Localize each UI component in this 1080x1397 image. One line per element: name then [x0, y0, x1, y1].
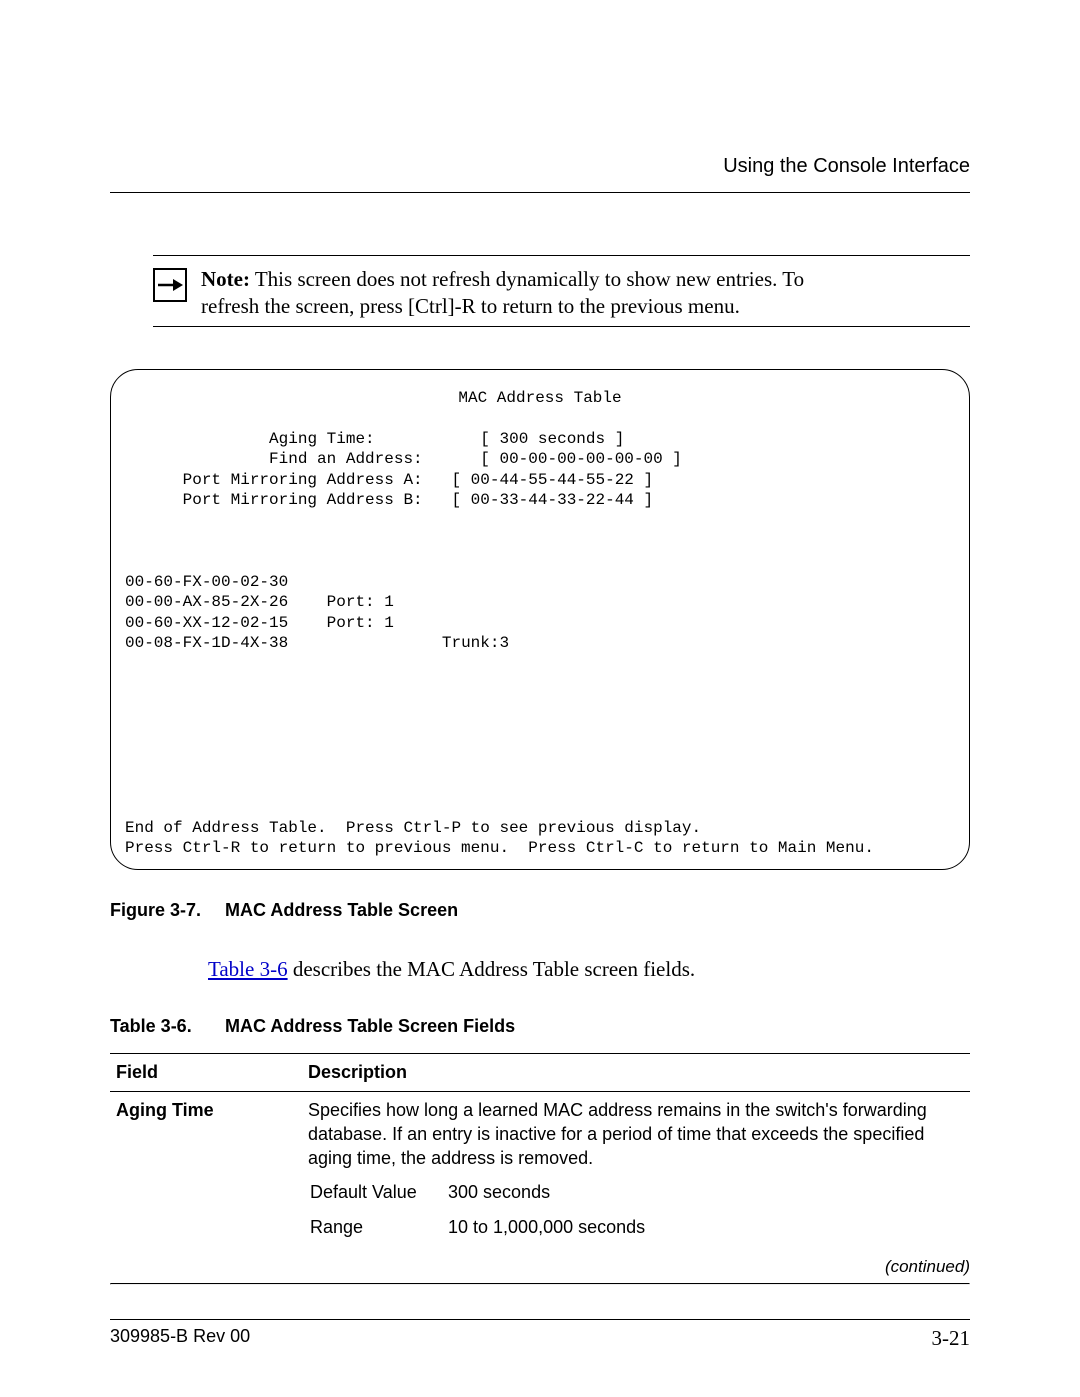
fields-table: Field Description Aging Time Specifies h…: [110, 1053, 970, 1251]
table-number: Table 3-6.: [110, 1016, 220, 1037]
th-field: Field: [110, 1053, 302, 1091]
screen-line: Port Mirroring Address B: [ 00-33-44-33-…: [125, 491, 653, 509]
row-desc-text: Specifies how long a learned MAC address…: [308, 1098, 964, 1171]
th-desc: Description: [302, 1053, 970, 1091]
default-value: 300 seconds: [448, 1176, 651, 1208]
screen-line: Port Mirroring Address A: [ 00-44-55-44-…: [125, 471, 653, 489]
range-label: Range: [310, 1211, 446, 1243]
table-row: Aging Time Specifies how long a learned …: [110, 1091, 970, 1251]
doc-id: 309985-B Rev 00: [110, 1326, 250, 1351]
list-item: 00-60-FX-00-02-30: [125, 573, 327, 591]
list-item: 00-00-AX-85-2X-26 Port: 1: [125, 593, 394, 611]
note-line1: This screen does not refresh dynamically…: [250, 267, 804, 291]
sub-table: Default Value 300 seconds Range 10 to 1,…: [308, 1174, 653, 1245]
page-number: 3-21: [932, 1326, 971, 1351]
section-title: Using the Console Interface: [723, 155, 970, 177]
running-header: Using the Console Interface: [110, 155, 970, 178]
list-item: 00-08-FX-1D-4X-38 Trunk:3: [125, 634, 509, 652]
arrow-icon: [153, 268, 187, 302]
table-bottom-rule: [110, 1283, 970, 1285]
note-rule-top: [153, 255, 970, 256]
table-caption: Table 3-6. MAC Address Table Screen Fiel…: [110, 1016, 970, 1037]
body-paragraph: Table 3-6 describes the MAC Address Tabl…: [208, 957, 970, 982]
figure-caption: Figure 3-7. MAC Address Table Screen: [110, 900, 970, 921]
note-rule-bottom: [153, 326, 970, 327]
figure: MAC Address Table Aging Time: [ 300 seco…: [110, 369, 970, 921]
terminal-screen: MAC Address Table Aging Time: [ 300 seco…: [110, 369, 970, 870]
table-ref-link[interactable]: Table 3-6: [208, 957, 288, 981]
body-tail: describes the MAC Address Table screen f…: [288, 957, 696, 981]
figure-number: Figure 3-7.: [110, 900, 220, 921]
range-value: 10 to 1,000,000 seconds: [448, 1211, 651, 1243]
screen-line: Aging Time: [ 300 seconds ]: [125, 430, 624, 448]
screen-title: MAC Address Table: [125, 388, 955, 408]
default-label: Default Value: [310, 1176, 446, 1208]
note-text: Note: This screen does not refresh dynam…: [201, 266, 804, 320]
table-title: MAC Address Table Screen Fields: [225, 1016, 515, 1036]
figure-title: MAC Address Table Screen: [225, 900, 458, 920]
row-desc: Specifies how long a learned MAC address…: [302, 1091, 970, 1251]
screen-footer-1: End of Address Table. Press Ctrl-P to se…: [125, 819, 701, 837]
note-line2: refresh the screen, press [Ctrl]-R to re…: [201, 294, 740, 318]
note-label: Note:: [201, 267, 250, 291]
row-field: Aging Time: [110, 1091, 302, 1251]
note-block: Note: This screen does not refresh dynam…: [153, 255, 970, 327]
header-rule: [110, 192, 970, 193]
list-item: 00-60-XX-12-02-15 Port: 1: [125, 614, 394, 632]
page-footer: 309985-B Rev 00 3-21: [110, 1320, 970, 1351]
continued-marker: (continued): [110, 1257, 970, 1277]
screen-footer-2: Press Ctrl-R to return to previous menu.…: [125, 839, 874, 857]
screen-line: Find an Address: [ 00-00-00-00-00-00 ]: [125, 450, 682, 468]
page: Using the Console Interface Note: This s…: [0, 0, 1080, 1397]
